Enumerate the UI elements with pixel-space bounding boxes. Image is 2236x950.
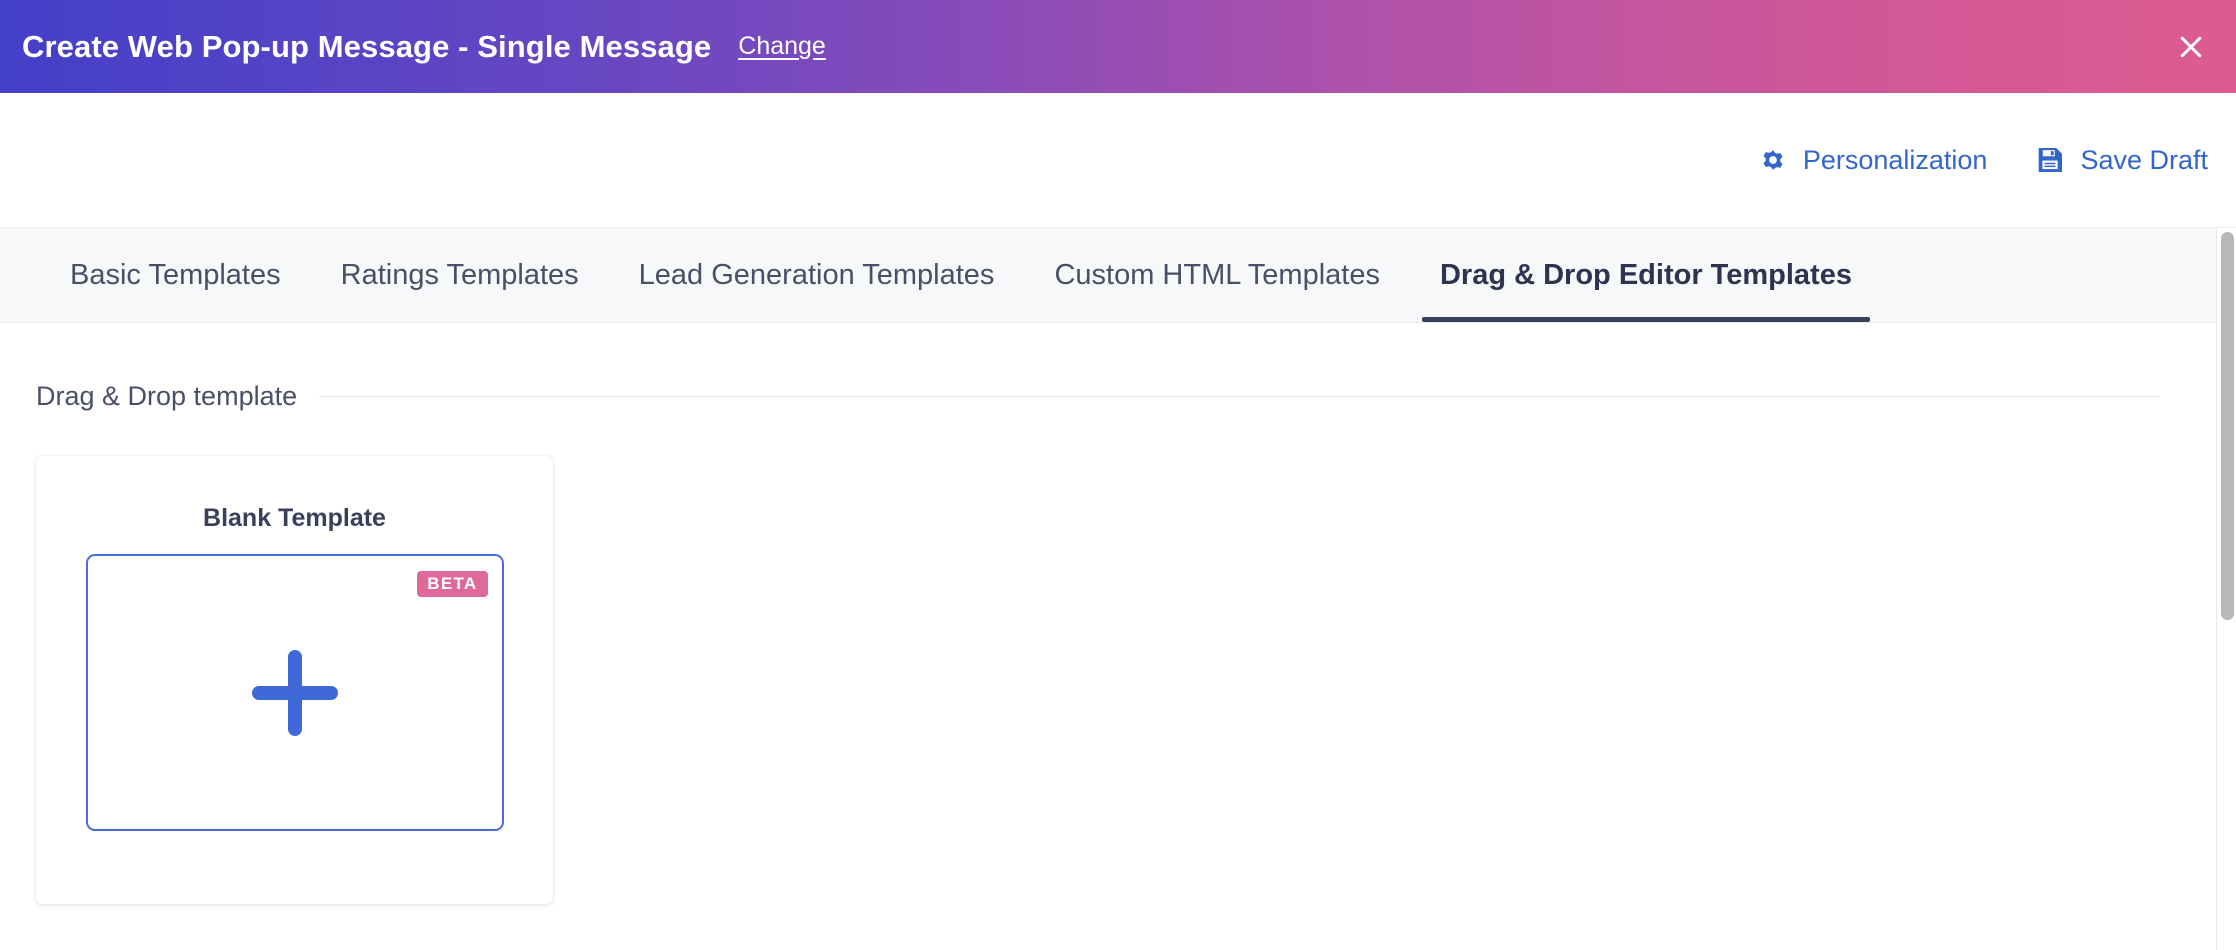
section-title: Drag & Drop template (36, 381, 298, 411)
tab-label: Custom HTML Templates (1054, 258, 1380, 291)
tab-ratings-templates[interactable]: Ratings Templates (311, 228, 609, 322)
dialog-header: Create Web Pop-up Message - Single Messa… (0, 0, 2236, 93)
close-button[interactable] (2170, 26, 2212, 68)
tab-label: Basic Templates (70, 258, 281, 291)
gear-icon (1756, 143, 1790, 177)
personalization-button[interactable]: Personalization (1756, 143, 1988, 177)
template-gallery: Drag & Drop template Blank Template BETA (0, 323, 2236, 950)
personalization-label: Personalization (1802, 144, 1988, 175)
template-card-grid: Blank Template BETA (36, 456, 553, 904)
template-preview[interactable]: BETA (85, 554, 504, 831)
close-icon (2180, 36, 2202, 57)
plus-icon (251, 649, 338, 736)
tab-drag-and-drop-editor-templates[interactable]: Drag & Drop Editor Templates (1410, 228, 1882, 322)
template-title: Blank Template (203, 504, 386, 532)
template-card-blank[interactable]: Blank Template BETA (36, 456, 553, 904)
tab-label: Lead Generation Templates (638, 258, 995, 291)
tab-lead-generation-templates[interactable]: Lead Generation Templates (609, 228, 1025, 322)
tab-label: Ratings Templates (340, 258, 579, 291)
scrollbar-thumb[interactable] (2221, 232, 2234, 620)
create-popup-message-dialog: Create Web Pop-up Message - Single Messa… (0, 0, 2236, 950)
save-disk-icon (2033, 143, 2067, 177)
save-draft-button[interactable]: Save Draft (2033, 143, 2208, 177)
dialog-toolbar: Personalization Save Draft (0, 93, 2236, 227)
change-message-type-link[interactable]: Change (738, 32, 826, 61)
beta-badge: BETA (417, 571, 488, 597)
tab-custom-html-templates[interactable]: Custom HTML Templates (1024, 228, 1410, 322)
vertical-scrollbar[interactable] (2216, 228, 2236, 950)
section-header: Drag & Drop template (36, 381, 2160, 412)
template-category-tabs: Basic Templates Ratings Templates Lead G… (0, 227, 2236, 323)
page-title: Create Web Pop-up Message - Single Messa… (22, 28, 712, 64)
tab-label: Drag & Drop Editor Templates (1439, 258, 1852, 291)
tab-basic-templates[interactable]: Basic Templates (56, 228, 311, 322)
section-divider (319, 396, 2160, 397)
save-draft-label: Save Draft (2080, 144, 2208, 175)
